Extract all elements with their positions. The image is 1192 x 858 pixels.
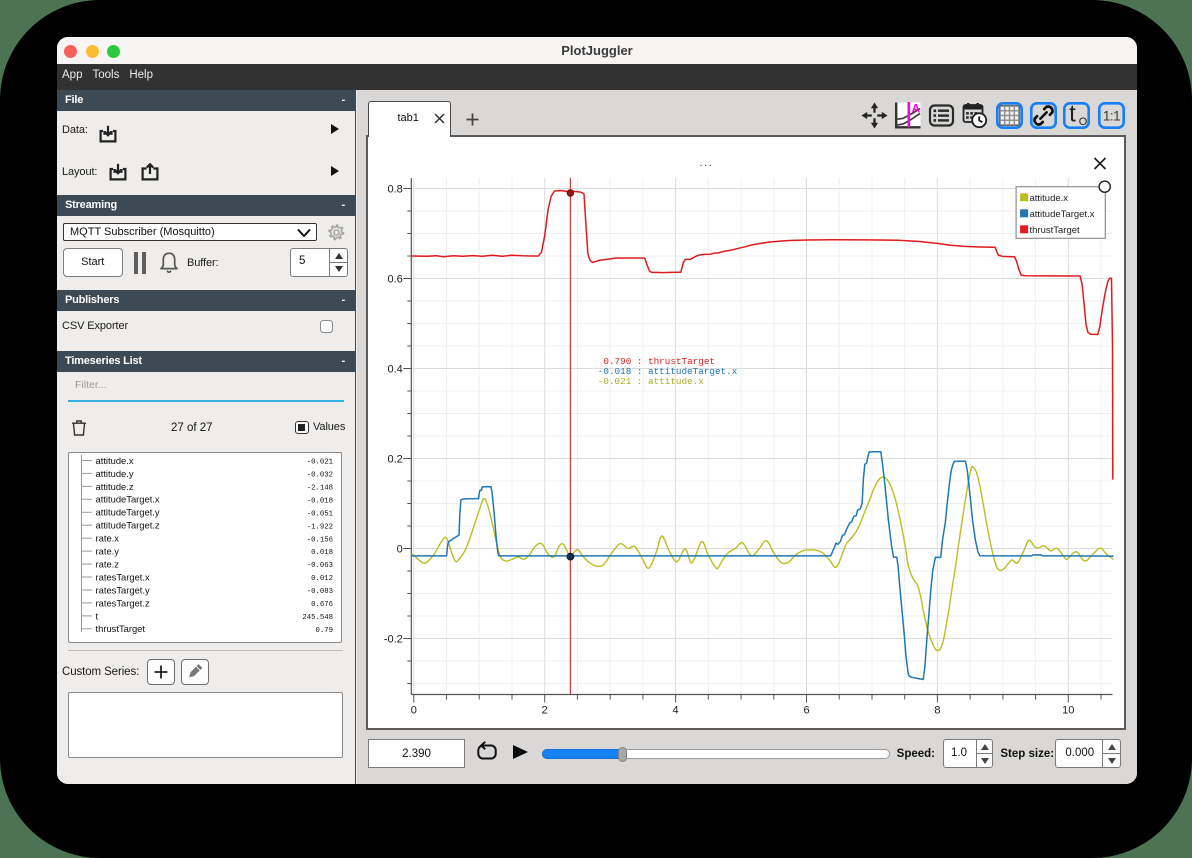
svg-text:-0.021: -0.021 xyxy=(306,458,333,466)
svg-text:ratesTarget.x: ratesTarget.x xyxy=(95,571,150,582)
svg-text:0.4: 0.4 xyxy=(388,363,403,375)
svg-text:0.8: 0.8 xyxy=(388,183,403,195)
svg-text:...: ... xyxy=(700,157,714,169)
svg-text:attitude.x: attitude.x xyxy=(1030,193,1069,204)
svg-text:0: 0 xyxy=(411,704,417,716)
svg-text:attitudeTarget.x: attitudeTarget.x xyxy=(95,493,159,504)
svg-text:-2.148: -2.148 xyxy=(306,484,332,492)
svg-text:245.548: 245.548 xyxy=(302,614,333,622)
svg-text:-0.156: -0.156 xyxy=(306,536,332,544)
svg-text:-1.922: -1.922 xyxy=(306,523,332,531)
svg-text:4: 4 xyxy=(673,704,679,716)
svg-text:10: 10 xyxy=(1062,704,1074,716)
svg-text:ratesTarget.z: ratesTarget.z xyxy=(95,597,150,608)
svg-text:t: t xyxy=(1069,102,1076,128)
svg-text:0.79: 0.79 xyxy=(315,626,333,634)
svg-text:0.018: 0.018 xyxy=(311,549,333,557)
svg-text:-0.063: -0.063 xyxy=(306,562,332,570)
svg-text:attitudeTarget.y: attitudeTarget.y xyxy=(95,506,159,517)
svg-text:0.676: 0.676 xyxy=(311,601,333,609)
svg-text:8: 8 xyxy=(934,704,940,716)
svg-text:-0.2: -0.2 xyxy=(384,633,403,645)
svg-text:1:1: 1:1 xyxy=(1103,108,1120,123)
svg-text:attitude.y: attitude.y xyxy=(95,467,133,478)
svg-text:ratesTarget.y: ratesTarget.y xyxy=(95,584,150,595)
svg-text:0: 0 xyxy=(397,543,403,555)
svg-text:attitudeTarget.x: attitudeTarget.x xyxy=(1030,209,1095,220)
svg-text:2: 2 xyxy=(542,704,548,716)
svg-text:thrustTarget: thrustTarget xyxy=(1030,225,1081,236)
svg-text:-0.021 : attitude.x: -0.021 : attitude.x xyxy=(598,375,704,386)
svg-text:O: O xyxy=(1079,116,1088,128)
svg-text:-0.032: -0.032 xyxy=(306,471,332,479)
svg-text:0.012: 0.012 xyxy=(311,575,333,583)
svg-text:rate.y: rate.y xyxy=(95,545,119,556)
svg-text:-0.051: -0.051 xyxy=(306,510,333,518)
svg-text:t: t xyxy=(95,610,98,621)
svg-text:attitude.x: attitude.x xyxy=(95,454,133,465)
svg-text:thrustTarget: thrustTarget xyxy=(95,623,145,634)
svg-text:attitudeTarget.z: attitudeTarget.z xyxy=(95,519,159,530)
svg-text:0.2: 0.2 xyxy=(388,453,403,465)
svg-text:-0.083: -0.083 xyxy=(306,588,332,596)
svg-text:A: A xyxy=(912,102,921,116)
svg-text:0.6: 0.6 xyxy=(388,273,403,285)
svg-text:rate.x: rate.x xyxy=(95,532,119,543)
svg-text:6: 6 xyxy=(803,704,809,716)
svg-text:attitude.z: attitude.z xyxy=(95,480,133,491)
svg-text:-0.018: -0.018 xyxy=(306,497,332,505)
svg-text:rate.z: rate.z xyxy=(95,558,119,569)
